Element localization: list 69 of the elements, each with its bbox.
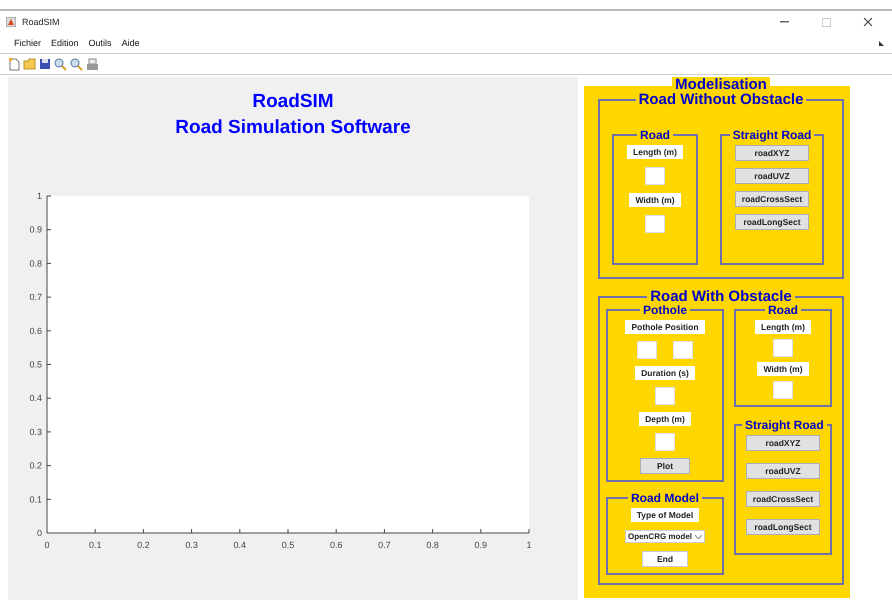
tick-label: 0.6 — [330, 540, 342, 550]
tick-label: 0.9 — [29, 224, 42, 235]
tick-label: 0.4 — [234, 540, 246, 550]
tick-label: 0.3 — [185, 540, 198, 550]
tick-label: 0 — [36, 528, 42, 538]
tick-label: 0.4 — [29, 393, 42, 404]
tick-label: 0.8 — [426, 540, 439, 550]
field-label: Pothole Position — [625, 320, 705, 334]
app-heading: Road Simulation Software — [175, 116, 411, 140]
tick-label: 0.3 — [29, 426, 42, 437]
end-button[interactable]: End — [642, 551, 688, 567]
tick-label: 0.2 — [137, 540, 150, 550]
maximize-icon[interactable] — [822, 18, 830, 26]
action-button[interactable]: roadXYZ — [735, 145, 809, 161]
input-field[interactable] — [637, 341, 657, 359]
input-field[interactable] — [655, 433, 675, 451]
tick-label: 0.9 — [474, 540, 488, 550]
tick-label: 0.8 — [29, 258, 42, 268]
app-icon — [6, 17, 16, 27]
arrow-icon[interactable] — [879, 40, 884, 46]
tick-label: 0.7 — [378, 540, 391, 550]
minimize-icon[interactable] — [780, 21, 788, 23]
folder-icon[interactable] — [23, 58, 36, 70]
panel-title: Modelisation — [672, 77, 770, 92]
tick-label: 0.7 — [29, 292, 42, 302]
menu-item[interactable]: Fichier — [14, 38, 42, 48]
model-dropdown[interactable]: OpenCRG model — [624, 530, 705, 543]
tick-label: 0.2 — [29, 460, 42, 471]
new-file-icon[interactable] — [9, 58, 20, 70]
tick-label: 0.5 — [29, 360, 42, 370]
action-button[interactable]: roadXYZ — [746, 435, 820, 451]
print-icon[interactable] — [86, 58, 99, 70]
app-heading: RoadSIM — [252, 90, 334, 114]
tick-label: 1 — [526, 540, 532, 550]
tick-label: 1 — [36, 191, 42, 201]
tick-label: 0.5 — [282, 540, 294, 550]
tick-label: 0.6 — [29, 326, 42, 336]
menu-item[interactable]: Outils — [88, 38, 112, 48]
input-field[interactable] — [655, 387, 675, 405]
action-button[interactable]: roadLongSect — [735, 214, 809, 230]
window-title: RoadSIM — [22, 17, 61, 27]
field-label: Length (m) — [627, 145, 683, 159]
action-button[interactable]: roadLongSect — [746, 519, 820, 535]
save-icon[interactable] — [39, 58, 51, 70]
field-label: Length (m) — [755, 320, 811, 334]
action-button[interactable]: roadCrossSect — [746, 491, 820, 507]
input-field[interactable] — [773, 339, 793, 357]
input-field[interactable] — [645, 167, 665, 185]
field-label: Width (m) — [757, 362, 809, 376]
zoom-in-icon[interactable] — [54, 58, 67, 70]
menu-item[interactable]: Edition — [51, 38, 79, 48]
tick-label: 0.1 — [29, 494, 42, 504]
action-button[interactable]: roadUVZ — [746, 463, 820, 479]
close-icon[interactable] — [863, 17, 873, 27]
field-label: Duration (s) — [635, 366, 695, 380]
zoom-out-icon[interactable] — [70, 58, 83, 70]
field-label: Type of Model — [630, 508, 700, 522]
tick-label: 0.1 — [88, 540, 102, 550]
input-field[interactable] — [645, 215, 665, 233]
input-field[interactable] — [773, 381, 793, 399]
field-label: Width (m) — [629, 193, 681, 207]
action-button[interactable]: roadCrossSect — [734, 191, 810, 207]
field-label: Depth (m) — [639, 412, 691, 426]
plot-button[interactable]: Plot — [640, 458, 690, 474]
input-field[interactable] — [673, 341, 693, 359]
menu-item[interactable]: Aide — [122, 38, 140, 48]
caret-icon — [695, 534, 702, 538]
action-button[interactable]: roadUVZ — [735, 168, 809, 184]
tick-label: 0 — [44, 540, 50, 550]
